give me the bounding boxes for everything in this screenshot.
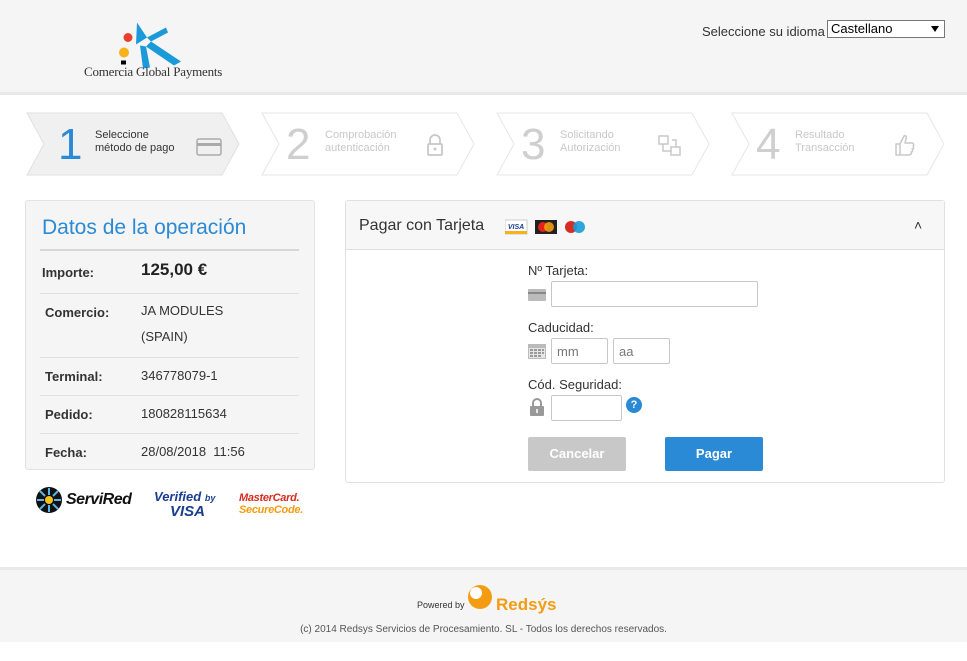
verified-by-visa-line1: Verified by (154, 489, 215, 504)
step-1-label: Seleccione método de pago (95, 129, 175, 155)
verified-word: Verified (154, 489, 202, 504)
step-4: 4 Resultado Transacción (731, 112, 946, 176)
language-select[interactable]: Castellano (827, 20, 945, 38)
step-3-label-line2: Autorización (560, 142, 621, 154)
step-3: 3 Solicitando Autorización (496, 112, 711, 176)
step-2-number: 2 (286, 120, 311, 169)
step-3-label-line1: Solicitando (560, 129, 614, 141)
expiry-month-input[interactable]: mm (551, 338, 608, 364)
card-number-input[interactable] (551, 281, 758, 307)
card-number-label: Nº Tarjeta: (528, 263, 589, 278)
operation-title: Datos de la operación (42, 216, 247, 239)
amount-label: Importe: (42, 265, 94, 280)
cvv-input[interactable] (551, 395, 622, 421)
step-2-label-line1: Comprobación (325, 129, 397, 141)
merchant-value-country: (SPAIN) (141, 329, 188, 344)
verified-by-visa-line2: VISA (170, 503, 206, 520)
operation-row-order: Pedido: 180828115634 (40, 396, 299, 434)
operation-row-amount: Importe: 125,00 € (40, 251, 299, 294)
date-label: Fecha: (45, 445, 87, 460)
powered-by-text: Powered by (417, 600, 465, 610)
amount-value: 125,00 € (141, 260, 208, 279)
step-1-label-line1: Seleccione (95, 129, 149, 141)
merchant-value: JA MODULES (141, 303, 224, 318)
operation-row-date: Fecha: 28/08/2018 11:56 (40, 434, 299, 468)
date-value: 28/08/2018 11:56 (141, 444, 245, 459)
expiry-label: Caducidad: (528, 320, 594, 335)
lock-icon (427, 134, 443, 156)
step-1: 1 Seleccione método de pago (26, 112, 241, 176)
step-1-number: 1 (58, 120, 83, 169)
progress-steps: 1 Seleccione método de pago 2 Comprobaci… (26, 112, 946, 176)
servired-logo-icon (36, 487, 62, 513)
terminal-value: 346778079-1 (141, 368, 218, 383)
cvv-label: Cód. Seguridad: (528, 377, 622, 392)
thumbs-up-icon (895, 135, 915, 156)
maestro-logo-icon (565, 221, 585, 233)
card-payment-panel: Pagar con Tarjeta VISA ˄ Nº Tarjeta: Cad… (345, 200, 945, 483)
language-selected-value: Castellano (831, 21, 893, 36)
calendar-icon (528, 344, 546, 359)
step-2-label: Comprobación autenticación (325, 129, 397, 155)
padlock-icon (530, 398, 544, 416)
card-brand-logos: VISA (505, 219, 585, 235)
step-4-number: 4 (756, 120, 781, 169)
step-4-label-line1: Resultado (795, 129, 845, 141)
visa-logo-icon: VISA (505, 219, 528, 235)
brand-name: Comercia Global Payments (84, 64, 223, 79)
header: Comercia Global Payments Seleccione su i… (0, 0, 967, 95)
cancel-button[interactable]: Cancelar (528, 437, 626, 471)
step-1-label-line2: método de pago (95, 142, 175, 154)
pay-button[interactable]: Pagar (665, 437, 763, 471)
collapse-chevron-icon[interactable]: ˄ (914, 217, 922, 233)
operation-data-panel: Datos de la operación Importe: 125,00 € … (25, 200, 315, 470)
redsys-text: Redsýs (496, 595, 557, 614)
card-panel-header[interactable]: Pagar con Tarjeta VISA ˄ (346, 201, 944, 250)
card-panel-title: Pagar con Tarjeta (359, 217, 485, 234)
operation-row-terminal: Terminal: 346778079-1 (40, 358, 299, 396)
language-label: Seleccione su idioma (702, 24, 825, 39)
credit-card-icon (196, 138, 222, 156)
footer: Powered by Redsýs (c) 2014 Redsys Servic… (0, 567, 967, 642)
expiry-year-input[interactable]: aa (613, 338, 670, 364)
dropdown-arrow-icon (931, 26, 939, 32)
card-icon (528, 289, 546, 301)
step-2: 2 Comprobación autenticación (261, 112, 476, 176)
terminal-label: Terminal: (45, 369, 103, 384)
cvv-help-icon[interactable]: ? (626, 397, 642, 413)
mastercard-securecode-line1: MasterCard. (239, 492, 300, 504)
order-value: 180828115634 (141, 406, 227, 421)
network-icon (658, 135, 681, 156)
order-label: Pedido: (45, 407, 93, 422)
step-2-label-line2: autenticación (325, 142, 390, 154)
operation-row-merchant: Comercio: JA MODULES (SPAIN) (40, 294, 299, 358)
mastercard-securecode-line2: SecureCode. (239, 504, 303, 516)
copyright-text: (c) 2014 Redsys Servicios de Procesamien… (300, 624, 667, 635)
mastercard-logo-icon (535, 220, 557, 234)
step-4-label: Resultado Transacción (795, 129, 855, 155)
step-3-label: Solicitando Autorización (560, 129, 621, 155)
merchant-label: Comercio: (45, 305, 110, 320)
step-4-label-line2: Transacción (795, 142, 855, 154)
svg-text:VISA: VISA (508, 224, 524, 231)
servired-text: ServiRed (66, 491, 132, 508)
security-brand-logos: ServiRed Verified by VISA MasterCard. Se… (35, 484, 315, 524)
verified-by-word: by (204, 493, 216, 503)
step-3-number: 3 (521, 120, 546, 169)
